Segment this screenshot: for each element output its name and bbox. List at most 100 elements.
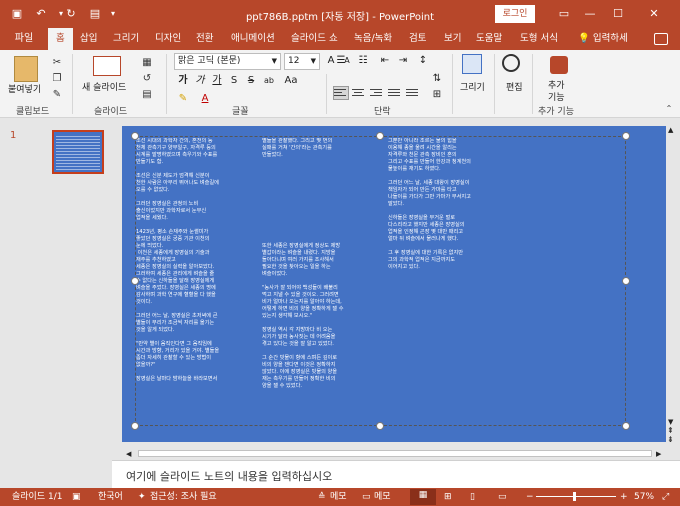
tab-insert[interactable]: 삽입 [80, 28, 97, 50]
zoom-in-icon[interactable]: + [620, 491, 628, 503]
change-case-icon[interactable]: Aa [284, 74, 298, 88]
resize-handle[interactable] [131, 422, 139, 430]
scroll-up-icon[interactable]: ▲ [668, 126, 673, 134]
scrollbar-thumb[interactable] [138, 450, 652, 457]
italic-button[interactable]: 가 [193, 74, 207, 88]
customize-qat-icon[interactable]: ▾ [106, 7, 120, 21]
columns-button[interactable] [406, 87, 420, 99]
zoom-slider-handle[interactable] [573, 492, 576, 501]
slide-thumbnail[interactable] [52, 130, 104, 174]
increase-indent-icon[interactable]: ⇥ [396, 54, 410, 68]
scroll-right-icon[interactable]: ▶ [656, 450, 661, 458]
new-slide-icon[interactable] [93, 56, 121, 76]
tab-shape-format[interactable]: 도형 서식 [520, 28, 558, 50]
notes-pane[interactable]: 여기에 슬라이드 노트의 내용을 입력하십시오 [112, 460, 680, 488]
char-spacing-button[interactable]: ab [262, 74, 276, 88]
line-spacing-icon[interactable]: ↕ [416, 54, 430, 68]
layout-icon[interactable]: ▦ [140, 56, 154, 70]
minimize-icon[interactable]: — [577, 5, 603, 23]
font-name-select[interactable]: 맑은 고딕 (본문) ▼ [174, 53, 281, 70]
search-icon[interactable] [502, 54, 520, 72]
undo-icon[interactable]: ↶ [34, 7, 48, 21]
slideshow-icon[interactable]: ▭ [498, 491, 507, 503]
present-from-start-icon[interactable]: ▤ [88, 7, 102, 21]
resize-handle[interactable] [622, 422, 630, 430]
spelling-icon[interactable]: ▣ [72, 491, 81, 503]
smartart-icon[interactable]: ⊞ [430, 88, 444, 102]
resize-handle[interactable] [131, 277, 139, 285]
resize-handle[interactable] [376, 422, 384, 430]
horizontal-scrollbar[interactable]: ◀ ▶ [122, 448, 666, 460]
tab-view[interactable]: 보기 [444, 28, 461, 50]
normal-view-icon[interactable]: ▦ [410, 489, 436, 505]
add-ins-label-2[interactable]: 기능 [548, 90, 565, 103]
align-center-button[interactable] [352, 87, 366, 99]
font-size-select[interactable]: 12 ▼ [284, 53, 320, 70]
notes-placeholder[interactable]: 여기에 슬라이드 노트의 내용을 입력하십시오 [126, 468, 332, 484]
fit-to-window-icon[interactable]: ⤢ [662, 491, 669, 503]
tab-design[interactable]: 디자인 [155, 28, 181, 50]
align-right-button[interactable] [370, 87, 384, 99]
notes-button[interactable]: 메모 [330, 491, 347, 503]
redo-icon[interactable]: ↻ [64, 7, 78, 21]
login-button[interactable]: 로그인 [495, 5, 535, 23]
comments-button[interactable]: 메모 [374, 491, 391, 503]
cut-icon[interactable]: ✂ [50, 56, 64, 70]
maximize-icon[interactable]: ☐ [605, 5, 631, 23]
font-color-icon[interactable]: A [198, 92, 212, 106]
scroll-down-icon[interactable]: ▼ [668, 418, 673, 426]
accessibility-status[interactable]: 접근성: 조사 필요 [150, 491, 217, 503]
drawing-label[interactable]: 그리기 [460, 80, 485, 93]
zoom-level[interactable]: 57% [634, 491, 654, 503]
tab-transitions[interactable]: 전환 [196, 28, 213, 50]
scroll-left-icon[interactable]: ◀ [126, 450, 131, 458]
collapse-ribbon-icon[interactable]: ⌃ [662, 102, 676, 116]
shapes-icon[interactable] [462, 54, 482, 74]
shadow-button[interactable]: S [227, 74, 241, 88]
paste-label[interactable]: 붙여넣기 [8, 82, 41, 95]
resize-handle[interactable] [131, 132, 139, 140]
ribbon-display-icon[interactable]: ▭ [551, 5, 577, 23]
tab-file[interactable]: 파일 [6, 28, 42, 50]
paste-icon[interactable] [14, 56, 38, 82]
new-slide-label[interactable]: 새 슬라이드 [82, 80, 126, 93]
tab-record[interactable]: 녹음/녹화 [354, 28, 392, 50]
zoom-out-icon[interactable]: − [526, 491, 534, 503]
numbering-icon[interactable]: ☷ [356, 54, 370, 68]
highlight-icon[interactable]: ✎ [176, 92, 190, 106]
editing-label[interactable]: 편집 [506, 80, 523, 93]
format-painter-icon[interactable]: ✎ [50, 88, 64, 102]
tell-me-search[interactable]: 💡 입력하세 [578, 28, 628, 50]
language-indicator[interactable]: 한국어 [98, 491, 123, 503]
reset-icon[interactable]: ↺ [140, 72, 154, 86]
next-slide-icon[interactable]: ⇟ [667, 435, 674, 444]
previous-slide-icon[interactable]: ⇞ [667, 426, 674, 435]
resize-handle[interactable] [622, 132, 630, 140]
accessibility-icon[interactable]: ✦ [138, 491, 146, 503]
copy-icon[interactable]: ❐ [50, 72, 64, 86]
tab-animations[interactable]: 애니메이션 [231, 28, 275, 50]
close-icon[interactable]: ✕ [641, 5, 667, 23]
bullets-icon[interactable]: ☰ [334, 54, 348, 68]
strikethrough-button[interactable]: S [244, 74, 258, 88]
underline-button[interactable]: 가 [210, 74, 224, 88]
bold-button[interactable]: 가 [176, 74, 190, 88]
tab-slideshow[interactable]: 슬라이드 쇼 [291, 28, 338, 50]
resize-handle[interactable] [376, 132, 384, 140]
vertical-scrollbar[interactable]: ▲ ▼ ⇞ ⇟ [666, 126, 678, 444]
tab-help[interactable]: 도움말 [476, 28, 502, 50]
align-left-button[interactable] [333, 86, 349, 100]
slide-sorter-icon[interactable]: ⊞ [444, 491, 452, 503]
resize-handle[interactable] [622, 277, 630, 285]
section-icon[interactable]: ▤ [140, 88, 154, 102]
zoom-slider[interactable] [536, 496, 616, 497]
tab-review[interactable]: 검토 [409, 28, 426, 50]
text-direction-icon[interactable]: ⇅ [430, 72, 444, 86]
reading-view-icon[interactable]: ▯ [470, 491, 475, 503]
justify-button[interactable] [388, 87, 402, 99]
tab-draw[interactable]: 그리기 [113, 28, 139, 50]
decrease-indent-icon[interactable]: ⇤ [378, 54, 392, 68]
tab-home[interactable]: 홈 [48, 28, 73, 50]
comment-icon[interactable] [654, 33, 668, 45]
add-ins-icon[interactable] [550, 56, 568, 74]
